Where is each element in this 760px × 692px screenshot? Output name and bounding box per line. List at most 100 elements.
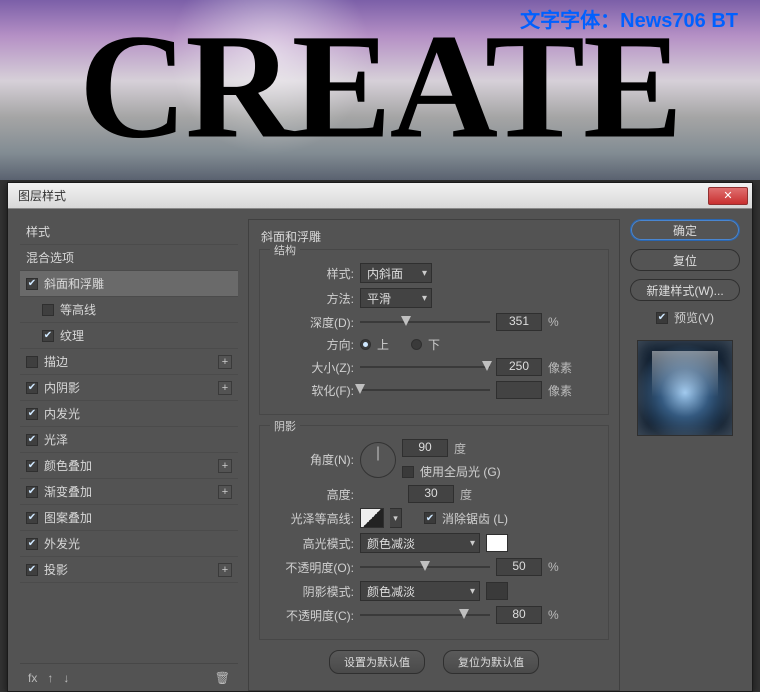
depth-input[interactable]: 351 <box>496 313 542 331</box>
shadow-opacity-slider[interactable] <box>360 607 490 623</box>
shadow-mode-label: 阴影模式: <box>268 583 354 600</box>
move-down-icon[interactable]: ↓ <box>63 671 69 685</box>
checkbox-icon[interactable] <box>42 330 54 342</box>
sidebar-item-label: 斜面和浮雕 <box>44 275 104 292</box>
sidebar-blending-options[interactable]: 混合选项 <box>20 245 238 271</box>
gloss-contour-label: 光泽等高线: <box>268 510 354 527</box>
banner-create-text: CREATE <box>79 1 681 173</box>
checkbox-icon[interactable] <box>26 460 38 472</box>
sidebar-item-label: 外发光 <box>44 535 80 552</box>
sidebar-item-inner-glow[interactable]: 内发光 <box>20 401 238 427</box>
checkbox-icon[interactable] <box>26 434 38 446</box>
banner: 文字字体：News706 BT CREATE <box>0 0 760 180</box>
checkbox-icon[interactable] <box>26 564 38 576</box>
size-label: 大小(Z): <box>268 359 354 376</box>
soften-input[interactable] <box>496 381 542 399</box>
close-button[interactable]: ✕ <box>708 187 748 205</box>
trash-icon[interactable]: 🗑 <box>215 671 230 685</box>
dialog-actions: 确定 复位 新建样式(W)... 预览(V) <box>630 219 740 691</box>
sidebar-item-contour[interactable]: 等高线 <box>20 297 238 323</box>
add-instance-icon[interactable]: + <box>218 355 232 369</box>
sidebar-item-label: 描边 <box>44 353 68 370</box>
dialog-title: 图层样式 <box>18 187 66 204</box>
checkbox-icon[interactable] <box>26 278 38 290</box>
sidebar-styles-header[interactable]: 样式 <box>20 219 238 245</box>
technique-select[interactable]: 平滑 <box>360 288 432 308</box>
angle-unit: 度 <box>454 440 466 457</box>
soften-label: 软化(F): <box>268 382 354 399</box>
add-instance-icon[interactable]: + <box>218 563 232 577</box>
shadow-mode-select[interactable]: 颜色减淡 <box>360 581 480 601</box>
sidebar-item-label: 投影 <box>44 561 68 578</box>
sidebar-item-label: 纹理 <box>60 327 84 344</box>
soften-slider[interactable] <box>360 382 490 398</box>
sidebar-item-stroke[interactable]: 描边 + <box>20 349 238 375</box>
depth-unit: % <box>548 315 559 329</box>
move-up-icon[interactable]: ↑ <box>47 671 53 685</box>
sidebar-item-satin[interactable]: 光泽 <box>20 427 238 453</box>
effects-sidebar: 样式 混合选项 斜面和浮雕 等高线 纹理 描边 + 内阴影 <box>20 219 238 691</box>
global-light-checkbox[interactable] <box>402 466 414 478</box>
add-instance-icon[interactable]: + <box>218 381 232 395</box>
angle-dial[interactable] <box>360 442 396 478</box>
altitude-label: 高度: <box>268 486 354 503</box>
panel-title: 斜面和浮雕 <box>261 228 609 245</box>
checkbox-icon[interactable] <box>26 538 38 550</box>
highlight-opacity-label: 不透明度(O): <box>268 559 354 576</box>
sidebar-item-label: 渐变叠加 <box>44 483 92 500</box>
direction-up-radio[interactable] <box>360 339 371 350</box>
ok-button[interactable]: 确定 <box>630 219 740 241</box>
angle-input[interactable]: 90 <box>402 439 448 457</box>
antialias-checkbox[interactable] <box>424 512 436 524</box>
checkbox-icon[interactable] <box>26 382 38 394</box>
reset-default-button[interactable]: 复位为默认值 <box>443 650 539 674</box>
gloss-contour-swatch[interactable] <box>360 508 384 528</box>
direction-down-radio[interactable] <box>411 339 422 350</box>
shading-legend: 阴影 <box>270 418 300 434</box>
style-select[interactable]: 内斜面 <box>360 263 432 283</box>
direction-label: 方向: <box>268 336 354 353</box>
preview-label: 预览(V) <box>674 309 714 326</box>
close-icon: ✕ <box>723 189 732 202</box>
sidebar-item-label: 内发光 <box>44 405 80 422</box>
opacity-unit: % <box>548 608 559 622</box>
technique-label: 方法: <box>268 290 354 307</box>
highlight-opacity-input[interactable]: 50 <box>496 558 542 576</box>
cancel-button[interactable]: 复位 <box>630 249 740 271</box>
sidebar-item-outer-glow[interactable]: 外发光 <box>20 531 238 557</box>
size-slider[interactable] <box>360 359 490 375</box>
sidebar-item-label: 图案叠加 <box>44 509 92 526</box>
dialog-titlebar[interactable]: 图层样式 ✕ <box>8 183 752 209</box>
sidebar-item-inner-shadow[interactable]: 内阴影 + <box>20 375 238 401</box>
shadow-opacity-label: 不透明度(C): <box>268 607 354 624</box>
checkbox-icon[interactable] <box>26 408 38 420</box>
checkbox-icon[interactable] <box>26 512 38 524</box>
layer-style-dialog: 图层样式 ✕ 样式 混合选项 斜面和浮雕 等高线 纹理 描边 + <box>7 182 753 692</box>
checkbox-icon[interactable] <box>26 356 38 368</box>
style-label: 样式: <box>268 265 354 282</box>
sidebar-item-drop-shadow[interactable]: 投影 + <box>20 557 238 583</box>
depth-slider[interactable] <box>360 314 490 330</box>
sidebar-item-texture[interactable]: 纹理 <box>20 323 238 349</box>
size-input[interactable]: 250 <box>496 358 542 376</box>
highlight-color-swatch[interactable] <box>486 534 508 552</box>
altitude-input[interactable]: 30 <box>408 485 454 503</box>
highlight-opacity-slider[interactable] <box>360 559 490 575</box>
checkbox-icon[interactable] <box>26 486 38 498</box>
sidebar-item-color-overlay[interactable]: 颜色叠加 + <box>20 453 238 479</box>
shadow-color-swatch[interactable] <box>486 582 508 600</box>
sidebar-item-gradient-overlay[interactable]: 渐变叠加 + <box>20 479 238 505</box>
fx-menu-button[interactable]: fx <box>28 671 37 685</box>
preview-checkbox[interactable] <box>656 312 668 324</box>
sidebar-item-pattern-overlay[interactable]: 图案叠加 <box>20 505 238 531</box>
make-default-button[interactable]: 设置为默认值 <box>329 650 425 674</box>
checkbox-icon[interactable] <box>42 304 54 316</box>
sidebar-item-bevel-emboss[interactable]: 斜面和浮雕 <box>20 271 238 297</box>
add-instance-icon[interactable]: + <box>218 459 232 473</box>
gloss-contour-dropdown[interactable]: ▾ <box>390 508 402 528</box>
new-style-button[interactable]: 新建样式(W)... <box>630 279 740 301</box>
highlight-mode-label: 高光模式: <box>268 535 354 552</box>
shadow-opacity-input[interactable]: 80 <box>496 606 542 624</box>
add-instance-icon[interactable]: + <box>218 485 232 499</box>
highlight-mode-select[interactable]: 颜色减淡 <box>360 533 480 553</box>
